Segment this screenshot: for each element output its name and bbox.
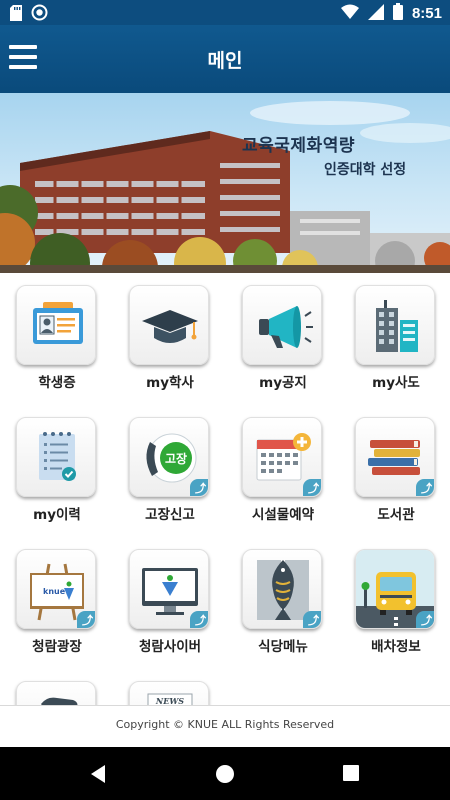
page-title: 메인 <box>207 50 243 72</box>
recents-icon[interactable] <box>342 764 360 786</box>
home-icon[interactable] <box>215 764 235 788</box>
battery-icon <box>392 3 403 24</box>
menu-tile-cheongram-cyber[interactable]: ⤴ 청람사이버 <box>129 537 211 661</box>
building-icon <box>376 300 418 352</box>
external-link-badge: ⤴ <box>303 479 321 496</box>
megaphone-icon <box>259 306 313 348</box>
svg-text:knue: knue <box>43 587 66 596</box>
copyright-text: Copyright © KNUE ALL Rights Reserved <box>115 718 335 731</box>
external-link-badge: ⤴ <box>190 611 208 628</box>
banner-headline: 교육국제화역량 <box>242 136 355 156</box>
tile-label: my사도 <box>372 375 420 391</box>
tile-label: my공지 <box>259 375 307 391</box>
menu-grid: 학생증 my학사 my공지 my사도 my이력 고장 ⤴ 고장신고 ⤴ 시설물예… <box>0 273 450 705</box>
menu-tile-student-id[interactable]: 학생증 <box>16 273 98 397</box>
fault-badge-text: 고장 <box>165 452 187 466</box>
phone-icon <box>41 697 78 705</box>
external-link-badge: ⤴ <box>303 611 321 628</box>
external-link-badge: ⤴ <box>190 479 208 496</box>
system-nav-bar <box>0 747 450 800</box>
graduation-cap-icon <box>142 310 198 343</box>
menu-tile-my-academics[interactable]: my학사 <box>129 273 211 397</box>
screen: 8:51 메인 교육국제화역량 인증대학 선정 학생증 my학사 my공지 my… <box>0 0 450 800</box>
wifi-icon <box>340 4 359 23</box>
student-id-card-icon <box>33 302 83 344</box>
newspaper-icon: NEWS <box>147 693 193 705</box>
menu-tile-phone[interactable] <box>16 669 98 705</box>
menu-tile-cafeteria-menu[interactable]: ⤴ 식당메뉴 <box>242 537 324 661</box>
tile-label: 시설물예약 <box>251 507 315 523</box>
back-icon[interactable] <box>89 764 109 788</box>
tile-label: 고장신고 <box>145 507 195 523</box>
tile-label: 청람사이버 <box>138 639 202 655</box>
external-link-badge: ⤴ <box>77 611 95 628</box>
campus-building-image <box>0 101 450 273</box>
main-banner[interactable]: 교육국제화역량 인증대학 선정 <box>0 93 450 273</box>
signal-icon <box>367 3 384 24</box>
sd-card-icon <box>10 4 22 25</box>
tile-label: my이력 <box>33 507 81 523</box>
tile-label: 도서관 <box>377 507 415 523</box>
tile-label: 학생증 <box>38 375 76 391</box>
status-bar: 8:51 <box>0 0 450 25</box>
footer: Copyright © KNUE ALL Rights Reserved <box>0 705 450 747</box>
status-time: 8:51 <box>411 5 442 22</box>
menu-tile-my-notice[interactable]: my공지 <box>242 273 324 397</box>
tile-label: 청람광장 <box>32 639 82 655</box>
app-bar: 메인 <box>0 25 450 93</box>
menu-tile-facility-reservation[interactable]: ⤴ 시설물예약 <box>242 405 324 529</box>
menu-tile-report-fault[interactable]: 고장 ⤴ 고장신고 <box>129 405 211 529</box>
menu-tile-library[interactable]: ⤴ 도서관 <box>355 405 437 529</box>
tile-label: 식당메뉴 <box>258 639 308 655</box>
tile-label: 배차정보 <box>371 639 421 655</box>
menu-tile-news[interactable]: NEWS <box>129 669 211 705</box>
menu-tile-bus-info[interactable]: ⤴ 배차정보 <box>355 537 437 661</box>
checklist-icon <box>39 432 76 481</box>
menu-tile-cheongram-square[interactable]: knue ⤴ 청람광장 <box>16 537 98 661</box>
dnd-circle-icon <box>31 4 48 25</box>
tile-label: my학사 <box>146 375 194 391</box>
banner-subheadline: 인증대학 선정 <box>324 162 407 178</box>
external-link-badge: ⤴ <box>416 479 434 496</box>
news-icon-text: NEWS <box>155 696 184 705</box>
menu-tile-my-dorm[interactable]: my사도 <box>355 273 437 397</box>
menu-tile-my-history[interactable]: my이력 <box>16 405 98 529</box>
external-link-badge: ⤴ <box>416 611 434 628</box>
